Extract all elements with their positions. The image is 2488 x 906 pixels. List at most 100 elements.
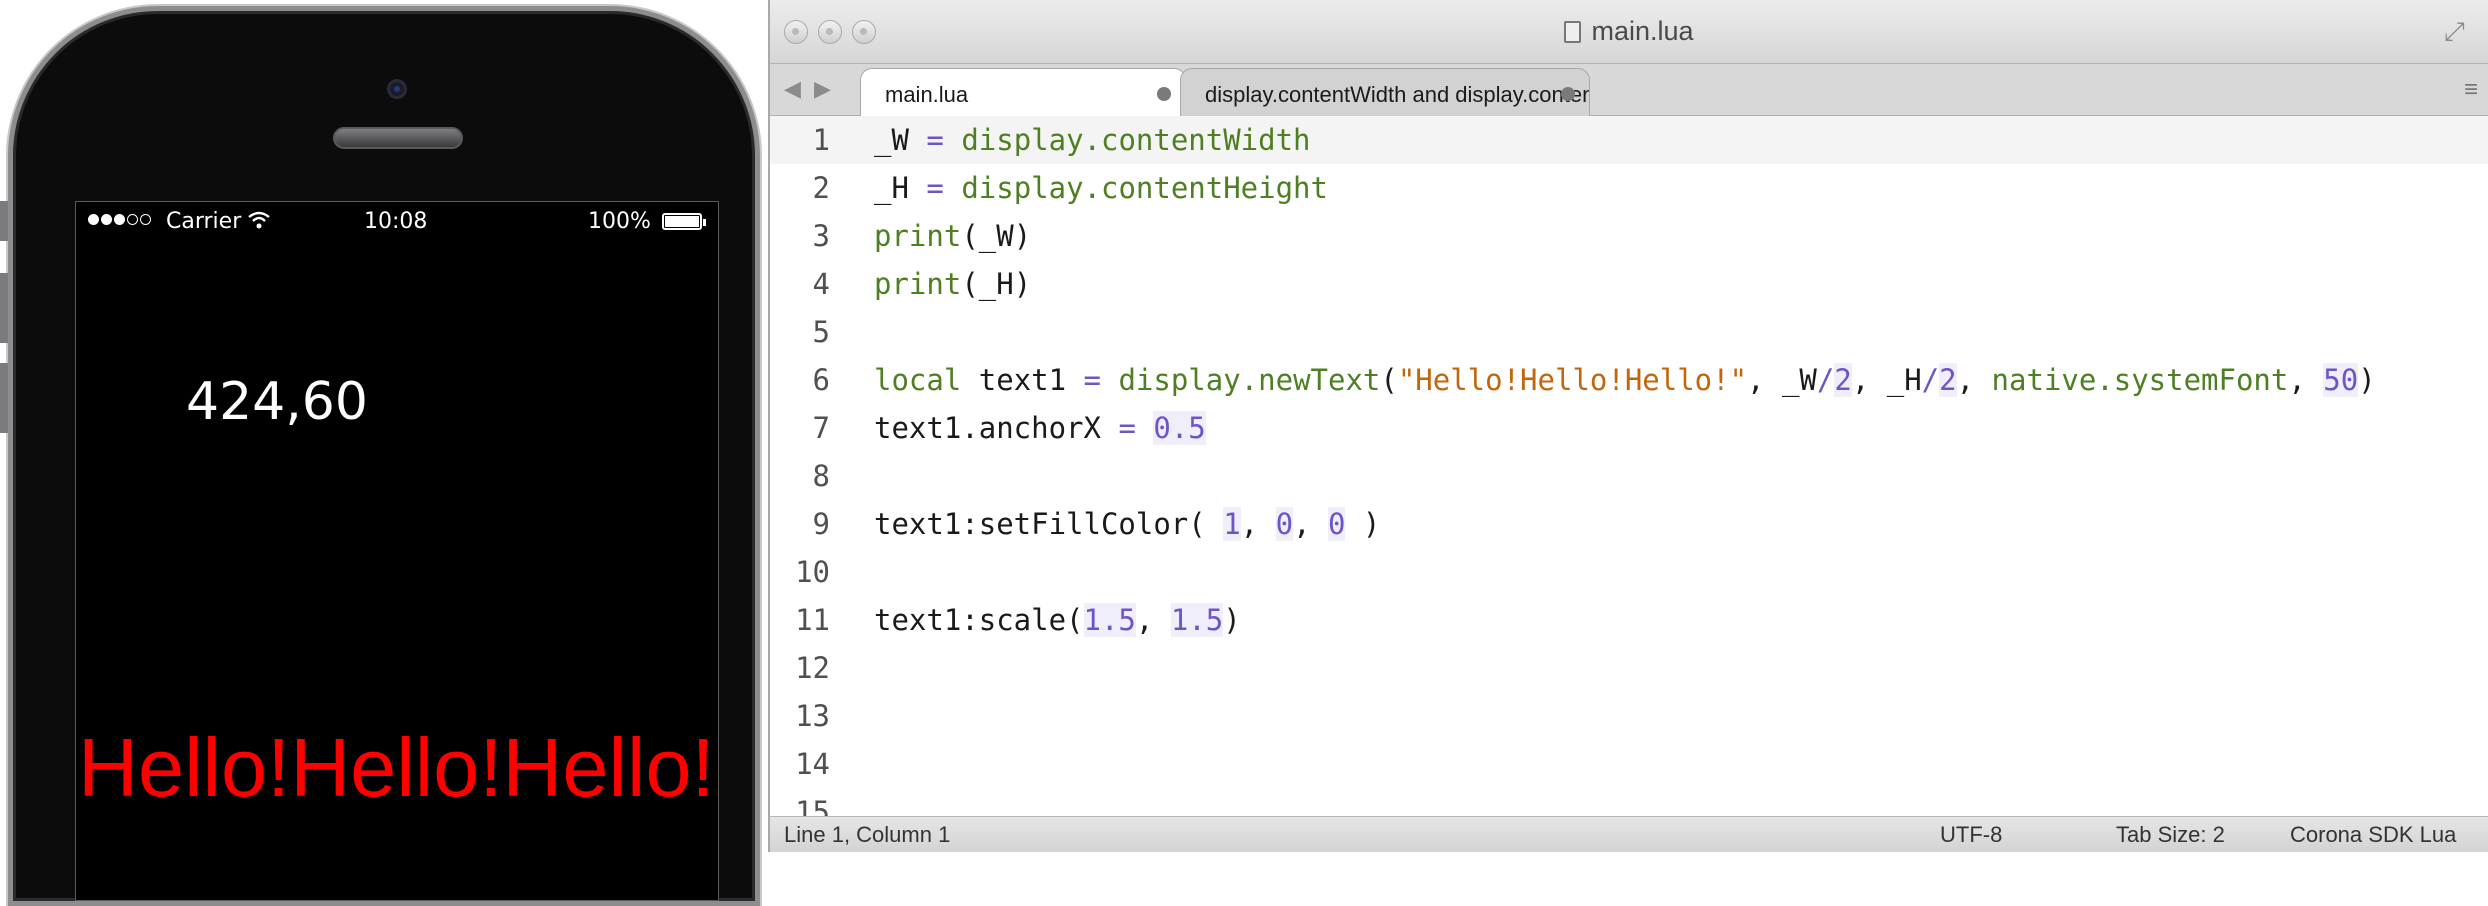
tab-label: display.contentWidth and display.content… bbox=[1205, 82, 1589, 107]
line-number: 5 bbox=[812, 315, 830, 349]
code-token: text1:scale( bbox=[874, 603, 1084, 637]
tab-main-lua[interactable]: main.lua bbox=[860, 68, 1186, 117]
hello-text: Hello!Hello!Hello! bbox=[78, 721, 715, 814]
code-line[interactable]: 11 text1:scale(1.5, 1.5) bbox=[770, 596, 2488, 644]
code-text: _W = display.contentWidth bbox=[874, 116, 1311, 164]
tab-close-icon[interactable] bbox=[1561, 87, 1575, 101]
code-token: _H bbox=[874, 171, 927, 205]
code-token: , bbox=[1293, 507, 1328, 541]
code-token: ) bbox=[1223, 603, 1241, 637]
code-line[interactable]: 4 print(_H) bbox=[770, 260, 2488, 308]
tab-documentation[interactable]: display.contentWidth and display.content… bbox=[1180, 68, 1590, 116]
tab-menu-icon[interactable]: ≡ bbox=[2464, 76, 2478, 104]
code-token: , bbox=[2288, 363, 2324, 397]
code-token: local bbox=[874, 363, 962, 397]
window-titlebar: main.lua ⤢ bbox=[770, 0, 2488, 64]
code-text: local text1 = display.newText("Hello!Hel… bbox=[874, 356, 2376, 404]
signal-strength-icon bbox=[88, 214, 151, 225]
code-token: display.contentWidth bbox=[961, 123, 1311, 157]
code-line[interactable]: 5 bbox=[770, 308, 2488, 356]
code-token: , _W bbox=[1747, 363, 1817, 397]
code-text: text1:setFillColor( 1, 0, 0 ) bbox=[874, 500, 1380, 548]
line-number: 6 bbox=[812, 363, 830, 397]
iphone-simulator: Carrier 10:08 100% 424,60 Hello!Hello!He… bbox=[0, 6, 760, 906]
signal-dot bbox=[101, 214, 112, 225]
signal-dot bbox=[88, 214, 99, 225]
code-token: print bbox=[874, 267, 962, 301]
line-number: 15 bbox=[795, 795, 830, 816]
carrier-label: Carrier bbox=[166, 209, 242, 234]
document-icon bbox=[1564, 21, 1582, 43]
volume-down-button bbox=[0, 363, 8, 433]
code-text: text1:scale(1.5, 1.5) bbox=[874, 596, 1241, 644]
code-line[interactable]: 6 local text1 = display.newText("Hello!He… bbox=[770, 356, 2488, 404]
code-token: = bbox=[1083, 363, 1101, 397]
window-title: main.lua bbox=[770, 16, 2488, 47]
battery-level-fill bbox=[665, 216, 699, 227]
signal-dot bbox=[140, 214, 151, 225]
sublime-editor-window: main.lua ⤢ ◀ ▶ main.lua display.contentW… bbox=[768, 0, 2488, 852]
tab-size-setting[interactable]: Tab Size: 2 bbox=[2116, 822, 2225, 848]
battery-percentage: 100% bbox=[588, 209, 651, 234]
fullscreen-icon[interactable]: ⤢ bbox=[2444, 16, 2474, 46]
code-line[interactable]: 15 bbox=[770, 788, 2488, 816]
code-token: text1:setFillColor( bbox=[874, 507, 1224, 541]
signal-dot bbox=[114, 214, 125, 225]
code-text: _H = display.contentHeight bbox=[874, 164, 1328, 212]
line-number: 10 bbox=[795, 555, 830, 589]
code-token: 50 bbox=[2323, 363, 2359, 397]
line-number: 11 bbox=[795, 603, 830, 637]
cursor-position[interactable]: Line 1, Column 1 bbox=[784, 822, 950, 848]
back-arrow-icon[interactable]: ◀ bbox=[784, 76, 801, 102]
tab-close-icon[interactable] bbox=[1157, 87, 1171, 101]
code-token: (_H) bbox=[961, 267, 1032, 301]
code-token: 1.5 bbox=[1170, 603, 1224, 637]
content-size-label: 424,60 bbox=[186, 372, 368, 432]
code-line[interactable]: 1 _W = display.contentWidth bbox=[770, 116, 2488, 164]
code-text: text1.anchorX = 0.5 bbox=[874, 404, 1206, 452]
code-token: , bbox=[1956, 363, 1992, 397]
code-token: text1.anchorX bbox=[874, 411, 1119, 445]
line-number: 13 bbox=[795, 699, 830, 733]
code-token: display.newText bbox=[1118, 363, 1381, 397]
syntax-mode[interactable]: Corona SDK Lua bbox=[2290, 822, 2456, 848]
code-token: ) bbox=[2358, 363, 2376, 397]
code-editor[interactable]: 1 _W = display.contentWidth 2 _H = display.… bbox=[770, 116, 2488, 816]
code-token: = bbox=[926, 171, 944, 205]
earpiece-speaker bbox=[333, 127, 463, 149]
code-line[interactable]: 13 bbox=[770, 692, 2488, 740]
line-number: 3 bbox=[812, 219, 830, 253]
line-number: 14 bbox=[795, 747, 830, 781]
file-encoding[interactable]: UTF-8 bbox=[1940, 822, 2002, 848]
code-line[interactable]: 12 bbox=[770, 644, 2488, 692]
clock-time: 10:08 bbox=[364, 209, 428, 234]
code-line[interactable]: 9 text1:setFillColor( 1, 0, 0 ) bbox=[770, 500, 2488, 548]
code-token: 0 bbox=[1327, 507, 1346, 541]
line-number: 12 bbox=[795, 651, 830, 685]
code-token: 0.5 bbox=[1153, 411, 1206, 445]
mute-switch bbox=[0, 201, 8, 241]
ios-status-bar: Carrier 10:08 100% bbox=[76, 202, 718, 246]
tab-label: main.lua bbox=[885, 82, 969, 107]
code-token: _W bbox=[874, 123, 927, 157]
line-number: 2 bbox=[812, 171, 830, 205]
code-token: "Hello!Hello!Hello!" bbox=[1397, 363, 1748, 397]
forward-arrow-icon[interactable]: ▶ bbox=[814, 76, 831, 102]
code-line[interactable]: 3 print(_W) bbox=[770, 212, 2488, 260]
wifi-icon bbox=[248, 210, 270, 235]
code-line[interactable]: 2 _H = display.contentHeight bbox=[770, 164, 2488, 212]
code-line[interactable]: 10 bbox=[770, 548, 2488, 596]
code-line[interactable]: 8 bbox=[770, 452, 2488, 500]
code-line[interactable]: 14 bbox=[770, 740, 2488, 788]
code-token: 0 bbox=[1275, 507, 1294, 541]
line-number: 7 bbox=[812, 411, 830, 445]
battery-icon bbox=[662, 213, 706, 230]
code-token: 2 bbox=[1834, 363, 1852, 397]
code-token: / bbox=[1921, 363, 1940, 397]
volume-up-button bbox=[0, 273, 8, 343]
line-number: 4 bbox=[812, 267, 830, 301]
code-line[interactable]: 7 text1.anchorX = 0.5 bbox=[770, 404, 2488, 452]
